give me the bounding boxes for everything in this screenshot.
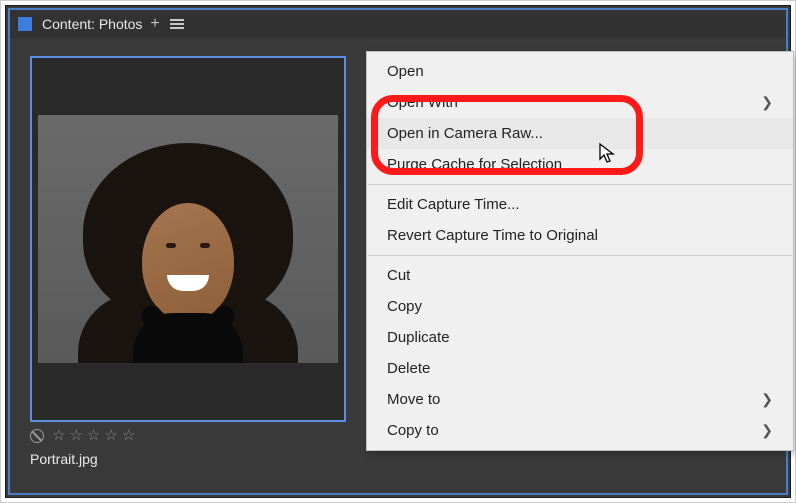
menu-open-camera-raw[interactable]: Open in Camera Raw...: [367, 118, 793, 149]
menu-separator: [368, 184, 792, 185]
menu-item-label: Delete: [387, 360, 430, 377]
menu-item-label: Duplicate: [387, 329, 450, 346]
menu-item-label: Purge Cache for Selection: [387, 156, 562, 173]
menu-open[interactable]: Open: [367, 56, 793, 87]
menu-item-label: Copy: [387, 298, 422, 315]
menu-item-label: Edit Capture Time...: [387, 196, 520, 213]
menu-open-with[interactable]: Open With ❯: [367, 87, 793, 118]
star-icon[interactable]: ☆: [69, 428, 82, 443]
menu-cut[interactable]: Cut: [367, 260, 793, 291]
menu-delete[interactable]: Delete: [367, 353, 793, 384]
menu-revert-capture-time[interactable]: Revert Capture Time to Original: [367, 220, 793, 251]
context-menu: Open Open With ❯ Open in Camera Raw... P…: [366, 51, 794, 451]
chevron-right-icon: ❯: [761, 391, 773, 408]
chevron-right-icon: ❯: [761, 422, 773, 439]
menu-item-label: Copy to: [387, 422, 439, 439]
panel-titlebar: Content: Photos +: [10, 10, 786, 38]
panel-color-swatch: [18, 17, 32, 31]
panel-title: Content: Photos: [42, 16, 142, 32]
star-icon[interactable]: ☆: [122, 428, 135, 443]
menu-item-label: Open in Camera Raw...: [387, 125, 543, 142]
star-icon[interactable]: ☆: [87, 428, 100, 443]
thumbnail-filename: Portrait.jpg: [30, 451, 766, 467]
reject-icon[interactable]: [30, 429, 44, 443]
menu-item-label: Cut: [387, 267, 410, 284]
menu-purge-cache[interactable]: Purge Cache for Selection: [367, 149, 793, 180]
menu-duplicate[interactable]: Duplicate: [367, 322, 793, 353]
thumbnail-image: [38, 115, 338, 363]
add-tab-button[interactable]: +: [150, 15, 159, 33]
menu-item-label: Revert Capture Time to Original: [387, 227, 598, 244]
menu-copy-to[interactable]: Copy to ❯: [367, 415, 793, 446]
panel-menu-icon[interactable]: [170, 19, 184, 29]
menu-move-to[interactable]: Move to ❯: [367, 384, 793, 415]
menu-copy[interactable]: Copy: [367, 291, 793, 322]
star-icon[interactable]: ☆: [52, 428, 65, 443]
menu-item-label: Open With: [387, 94, 458, 111]
menu-item-label: Open: [387, 63, 424, 80]
menu-separator: [368, 255, 792, 256]
thumbnail-selected[interactable]: [30, 56, 346, 422]
chevron-right-icon: ❯: [761, 94, 773, 111]
menu-item-label: Move to: [387, 391, 440, 408]
menu-edit-capture-time[interactable]: Edit Capture Time...: [367, 189, 793, 220]
star-icon[interactable]: ☆: [104, 428, 117, 443]
